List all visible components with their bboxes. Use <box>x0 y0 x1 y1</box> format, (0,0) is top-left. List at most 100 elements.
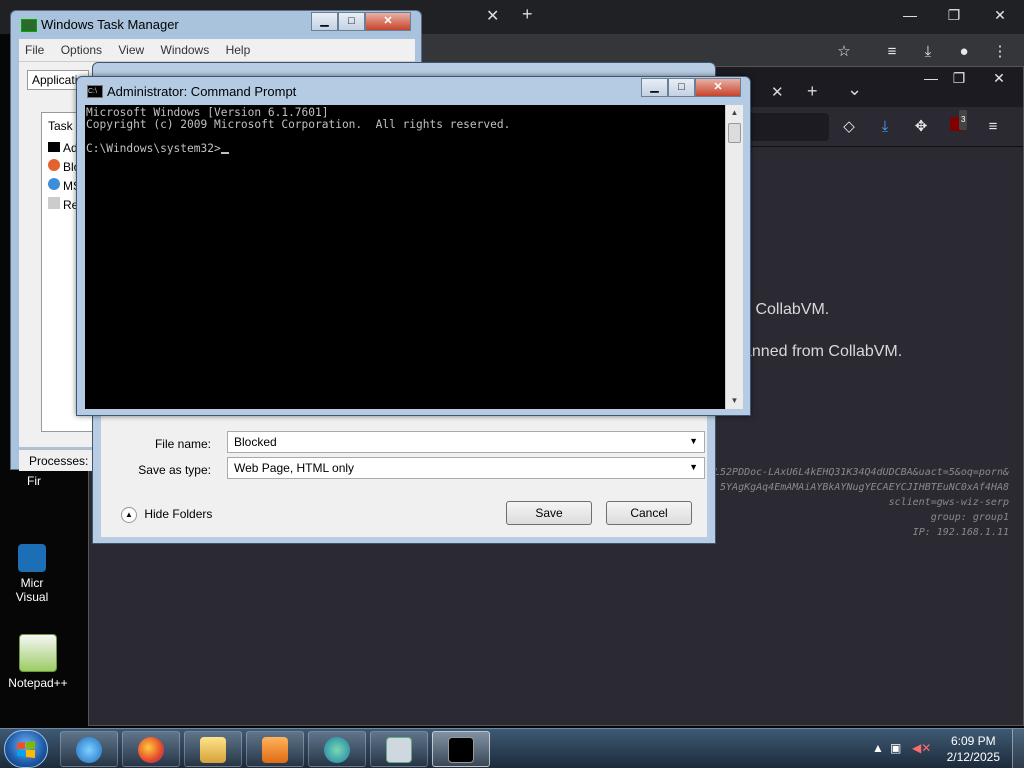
minimize-button[interactable]: ▁ <box>641 78 668 97</box>
chevron-up-icon: ▲ <box>121 507 137 523</box>
desktop-icon-label: Micr <box>20 576 44 590</box>
desktop: ✕ + — ❐ ✕ ☆ ≡ ⤓ ● ⋮ — ❐ ✕ ✕ + ⌄ ◇ ⤓ ✥ 3 <box>0 0 1024 728</box>
debug-line: L52PDDoc-LAxU6L4kEHQ31K34Q4dUDCBA&uact=5… <box>713 467 1009 478</box>
save-button[interactable]: Save <box>506 501 592 525</box>
taskbar-firefox[interactable] <box>122 731 180 767</box>
new-tab-button[interactable]: + <box>807 81 818 102</box>
maximize-button[interactable]: □ <box>338 12 365 31</box>
debug-line: sclient=gws-wiz-serp <box>888 497 1009 508</box>
close-tab-icon[interactable]: ✕ <box>486 6 499 26</box>
save-dialog-footer: File name: Blocked ▼ Save as type: Web P… <box>101 413 707 537</box>
task-manager-icon <box>21 19 37 32</box>
chrome-maximize-button[interactable]: ❐ <box>934 4 974 26</box>
chrome-menu-icon[interactable]: ⋮ <box>990 42 1010 62</box>
bookmark-star-icon[interactable]: ☆ <box>834 42 854 62</box>
menu-view[interactable]: View <box>112 39 151 57</box>
edge-icon <box>324 737 350 763</box>
firefox-maximize-button[interactable]: ❐ <box>939 67 979 89</box>
window-title: Windows Task Manager <box>41 17 179 32</box>
desktop-icon-notepadpp[interactable]: Notepad++ <box>6 634 70 690</box>
dropdown-arrow-icon: ▼ <box>689 462 698 472</box>
scroll-down-icon[interactable]: ▼ <box>726 393 743 409</box>
firefox-icon <box>138 737 164 763</box>
filename-label: File name: <box>154 437 211 451</box>
media-player-icon <box>262 737 288 763</box>
download-icon[interactable]: ⤓ <box>918 42 938 62</box>
desktop-icon-label: Notepad++ <box>8 676 68 690</box>
clock[interactable]: 6:09 PM 2/12/2025 <box>947 733 1000 765</box>
text-cursor <box>220 152 229 154</box>
chrome-close-button[interactable]: ✕ <box>980 4 1020 26</box>
taskbar-media-player[interactable] <box>246 731 304 767</box>
scroll-up-icon[interactable]: ▲ <box>726 105 743 121</box>
menu-file[interactable]: File <box>19 39 51 57</box>
volume-muted-icon[interactable]: ◀✕ <box>912 741 931 755</box>
task-manager-titlebar[interactable]: Windows Task Manager ▁ □ ✕ <box>11 11 421 39</box>
system-tray: ▲ ▣ ◀✕ 6:09 PM 2/12/2025 <box>864 729 1024 768</box>
extensions-icon[interactable]: ✥ <box>911 117 931 137</box>
taskbar-edge[interactable] <box>308 731 366 767</box>
reading-list-icon[interactable]: ≡ <box>882 42 902 62</box>
dropdown-arrow-icon: ▼ <box>689 436 698 446</box>
cancel-button[interactable]: Cancel <box>606 501 692 525</box>
cmd-icon: C:\ <box>87 85 103 98</box>
notepadpp-icon <box>19 634 57 672</box>
desktop-icon-visual-studio[interactable]: Micr Visual <box>0 544 64 604</box>
taskbar-command-prompt[interactable] <box>432 731 490 767</box>
taskbar: ▲ ▣ ◀✕ 6:09 PM 2/12/2025 <box>0 728 1024 768</box>
debug-line: 5YAgKgAq4EmAMAiAYBkAYNugYECAEYCJIHBTEuNC… <box>720 482 1009 493</box>
console-output[interactable]: Microsoft Windows [Version 6.1.7601] Copy… <box>85 105 725 409</box>
filename-input[interactable]: Blocked ▼ <box>227 431 705 453</box>
vertical-scrollbar[interactable]: ▲ ▼ <box>725 105 743 409</box>
window-title: Administrator: Command Prompt <box>107 84 297 99</box>
page-message-1: y CollabVM. <box>743 301 830 318</box>
show-desktop-button[interactable] <box>1012 729 1024 768</box>
tabs-list-icon[interactable]: ⌄ <box>847 79 862 100</box>
firefox-menu-icon[interactable]: ≡ <box>983 117 1003 137</box>
close-button[interactable]: ✕ <box>365 12 411 31</box>
save-type-label: Save as type: <box>138 463 211 477</box>
desktop-icon-label: Visual <box>15 590 49 604</box>
minimize-button[interactable]: ▁ <box>311 12 338 31</box>
menu-windows[interactable]: Windows <box>155 39 217 57</box>
desktop-icon-label: Fir <box>27 474 41 488</box>
menu-bar: File Options View Windows Help <box>19 39 415 61</box>
close-button[interactable]: ✕ <box>695 78 741 97</box>
maximize-button[interactable]: □ <box>668 78 695 97</box>
firefox-close-button[interactable]: ✕ <box>979 67 1019 89</box>
show-hidden-icons-icon[interactable]: ▲ <box>872 741 884 755</box>
profile-icon[interactable]: ● <box>954 42 974 62</box>
menu-options[interactable]: Options <box>55 39 109 57</box>
taskbar-explorer[interactable] <box>184 731 242 767</box>
command-prompt-window: C:\ Administrator: Command Prompt ▁ □ ✕ … <box>76 76 751 416</box>
clock-date: 2/12/2025 <box>946 750 1000 764</box>
console-prompt: C:\Windows\system32> <box>86 142 221 155</box>
clock-time: 6:09 PM <box>950 734 996 748</box>
save-type-select[interactable]: Web Page, HTML only ▼ <box>227 457 705 479</box>
task-manager-icon <box>386 737 412 763</box>
visual-studio-icon <box>18 544 46 572</box>
start-button[interactable] <box>4 730 48 768</box>
debug-line: group: group1 <box>930 512 1009 523</box>
pocket-icon[interactable]: ◇ <box>839 117 859 137</box>
desktop-icon-firefox[interactable]: Fir <box>2 474 66 488</box>
ublock-badge: 3 <box>959 110 968 130</box>
network-icon[interactable]: ▣ <box>890 741 901 755</box>
internet-explorer-icon <box>76 737 102 763</box>
scroll-thumb[interactable] <box>728 123 741 143</box>
menu-help[interactable]: Help <box>220 39 258 57</box>
new-tab-button[interactable]: + <box>522 4 533 25</box>
chrome-minimize-button[interactable]: — <box>890 4 930 26</box>
taskbar-task-manager[interactable] <box>370 731 428 767</box>
windows-logo-icon <box>17 741 35 758</box>
hide-folders-button[interactable]: ▲ Hide Folders <box>121 507 212 523</box>
download-icon[interactable]: ⤓ <box>875 117 895 137</box>
taskbar-ie[interactable] <box>60 731 118 767</box>
debug-line: IP: 192.168.1.11 <box>912 527 1009 538</box>
command-prompt-titlebar[interactable]: C:\ Administrator: Command Prompt ▁ □ ✕ <box>77 77 750 105</box>
ublock-icon[interactable]: 3 <box>947 110 968 137</box>
folder-icon <box>200 737 226 763</box>
cmd-icon <box>448 737 474 763</box>
close-tab-icon[interactable]: ✕ <box>771 83 784 101</box>
console-line: Copyright (c) 2009 Microsoft Corporation… <box>86 118 511 131</box>
